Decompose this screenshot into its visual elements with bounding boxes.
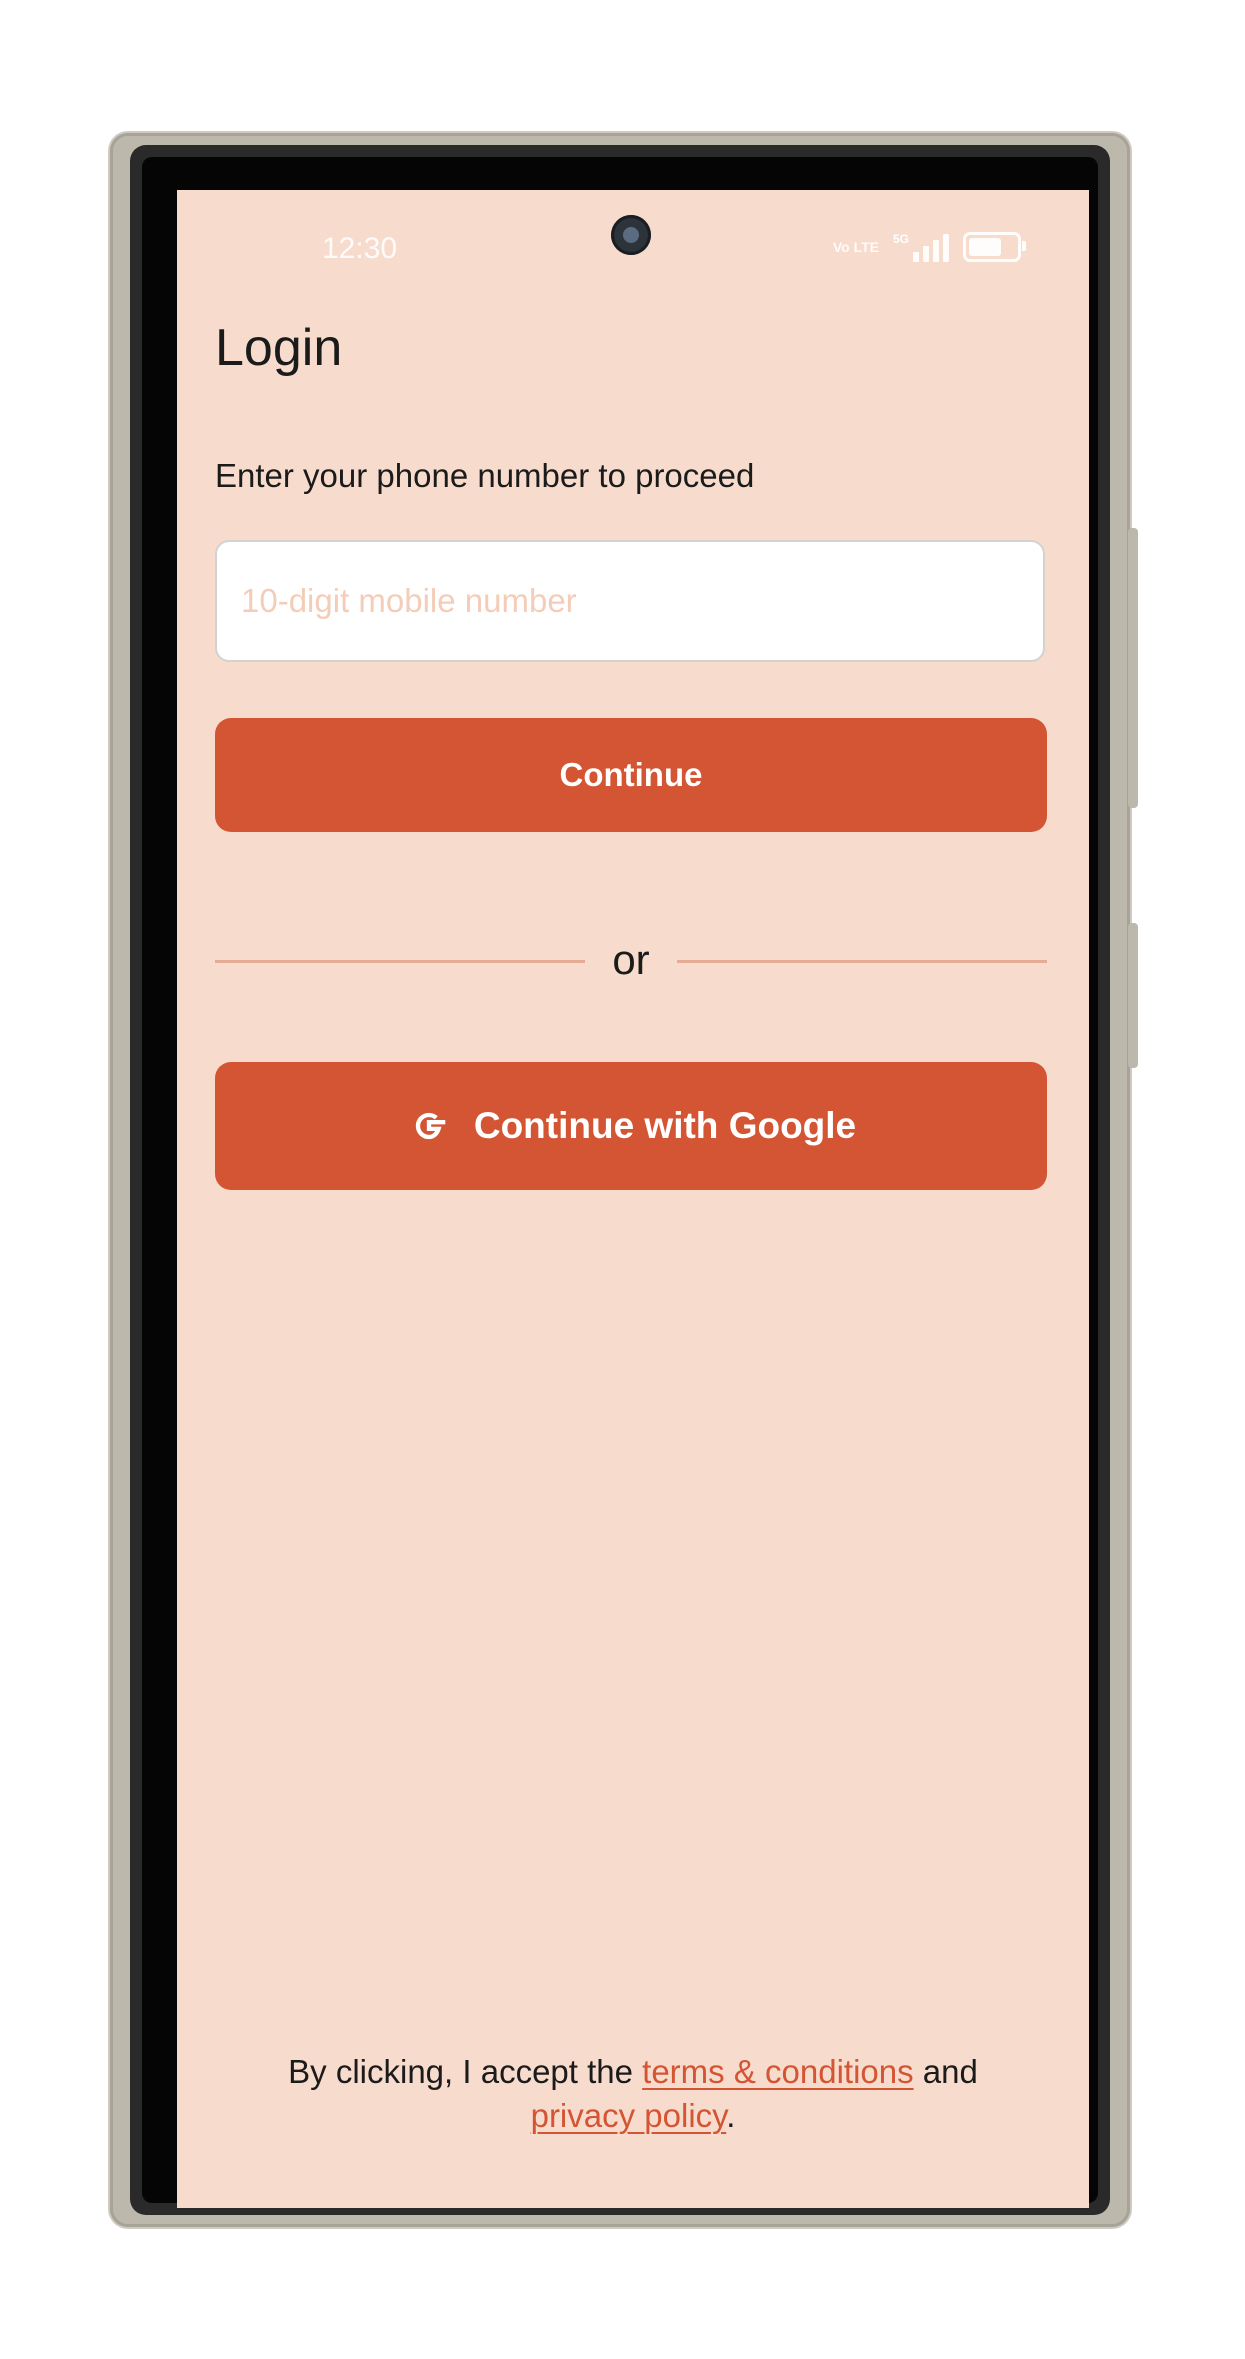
divider-line-right [677,960,1047,963]
network-badge: Vo LTE [832,239,879,255]
phone-number-input[interactable] [215,540,1045,662]
continue-button-label: Continue [559,756,703,793]
power-button [1128,923,1138,1068]
status-bar: 12:30 Vo LTE 5G [177,190,1089,310]
page-title: Login [215,319,343,377]
legal-prefix: By clicking, I accept the [288,2053,643,2090]
terms-link[interactable]: terms & conditions [642,2053,913,2090]
phone-bezel-inner: 12:30 Vo LTE 5G Login Enter your phone n… [142,157,1098,2208]
google-button-label: Continue with Google [473,1105,857,1146]
continue-with-google-button[interactable]: Continue with Google [215,1062,1047,1190]
legal-suffix: . [726,2097,736,2134]
network-type-label: 5G [892,232,909,246]
privacy-policy-link[interactable]: privacy policy [531,2097,727,2134]
front-camera [611,215,651,255]
google-g-icon [415,1112,446,1140]
status-time: 12:30 [322,232,398,265]
phone-frame: 12:30 Vo LTE 5G Login Enter your phone n… [110,133,1138,2227]
continue-button[interactable]: Continue [215,718,1047,832]
legal-notice: By clicking, I accept the terms & condit… [217,2050,1049,2138]
login-subtitle: Enter your phone number to proceed [215,457,755,494]
legal-middle: and [913,2053,978,2090]
volume-button [1128,528,1138,808]
battery-icon [963,232,1026,262]
signal-icon: 5G [893,232,949,262]
screen: 12:30 Vo LTE 5G Login Enter your phone n… [177,190,1089,2208]
phone-bezel: 12:30 Vo LTE 5G Login Enter your phone n… [130,145,1110,2215]
status-icons: Vo LTE 5G [832,232,1026,262]
or-divider: or [215,936,1047,986]
battery-fill [969,238,1001,256]
